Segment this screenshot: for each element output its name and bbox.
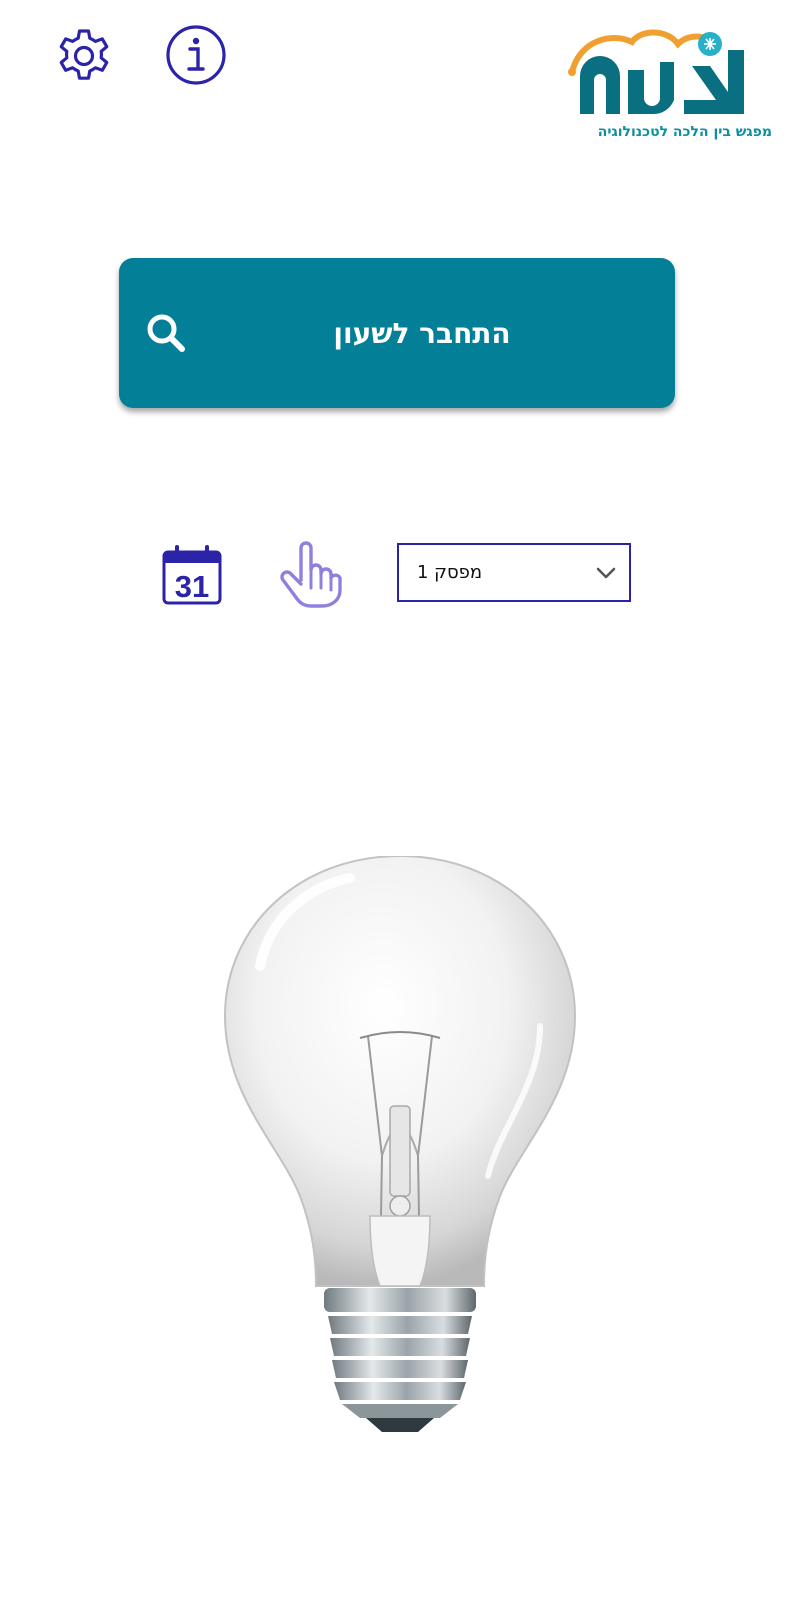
logo-tagline: מפגש בין הלכה לטכנולוגיה: [597, 124, 772, 140]
info-icon[interactable]: [164, 23, 228, 87]
logo-mark: [568, 29, 744, 115]
light-bulb-image: [223, 856, 577, 1432]
connect-to-clock-button[interactable]: התחבר לשעון: [119, 258, 675, 408]
connect-button-label: התחבר לשעון: [333, 316, 511, 350]
calendar-day: 31: [175, 569, 209, 604]
switch-select[interactable]: מפסק 1: [397, 543, 631, 602]
gear-icon[interactable]: [52, 23, 116, 87]
switch-select-value: מפסק 1: [417, 562, 483, 583]
calendar-icon[interactable]: 31: [161, 544, 223, 606]
pointer-hand-icon[interactable]: [277, 540, 343, 608]
chevron-down-icon: [596, 567, 616, 579]
app-logo: מפגש בין הלכה לטכנולוגיה: [566, 26, 780, 144]
